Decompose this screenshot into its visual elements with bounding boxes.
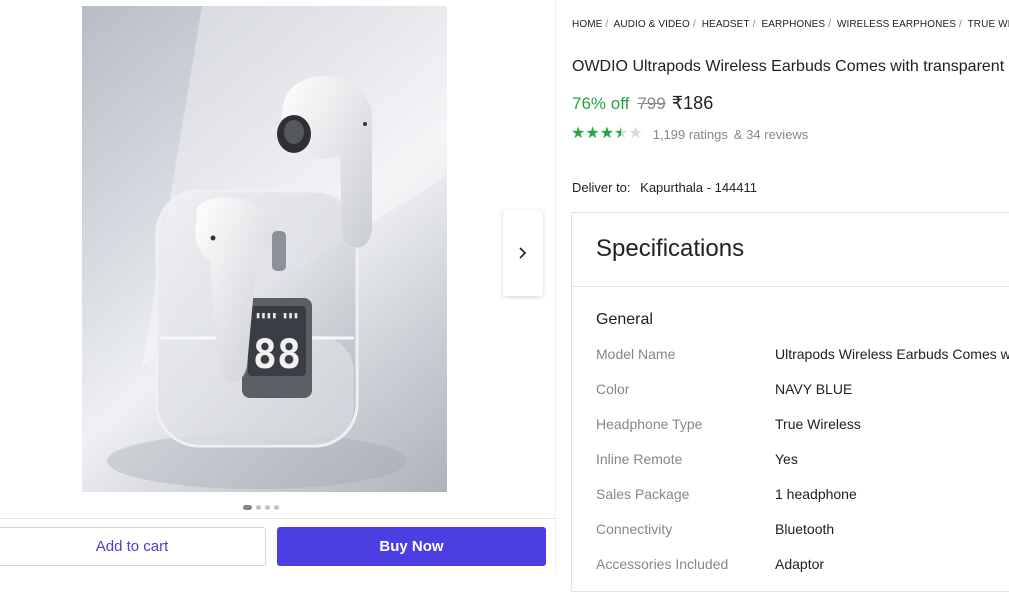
- breadcrumb-wireless-earphones[interactable]: WIRELESS EARPHONES: [837, 19, 956, 30]
- breadcrumb-home[interactable]: HOME: [572, 19, 602, 30]
- buy-now-button[interactable]: Buy Now: [277, 527, 546, 566]
- next-image-button[interactable]: [503, 210, 543, 296]
- breadcrumb-true-wireless[interactable]: TRUE WIRELESS: [968, 19, 1009, 30]
- selling-price: ₹186: [671, 93, 714, 113]
- original-price: 799: [637, 94, 666, 113]
- spec-key: Inline Remote: [596, 451, 683, 467]
- svg-text:▮▮▮▮ ▮▮▮: ▮▮▮▮ ▮▮▮: [255, 311, 298, 321]
- star-half-icon: ★: [614, 125, 629, 142]
- spec-value: Yes: [775, 451, 798, 467]
- product-title: OWDIO Ultrapods Wireless Earbuds Comes w…: [572, 58, 1005, 75]
- carousel-dots: [243, 504, 279, 510]
- spec-value: 1 headphone: [775, 486, 857, 502]
- discount-badge: 76% off: [572, 94, 630, 113]
- star-empty-icon: ★: [628, 125, 643, 142]
- spec-value: Adaptor: [775, 556, 825, 572]
- breadcrumb-headset[interactable]: HEADSET: [702, 19, 750, 30]
- star-full-icon: ★: [585, 125, 600, 142]
- delivery-location[interactable]: Deliver to: Kapurthala - 144411: [572, 180, 757, 195]
- spec-value: Ultrapods Wireless Earbuds Comes with: [775, 346, 1009, 362]
- spec-section-general: General: [596, 311, 653, 328]
- spec-value: True Wireless: [775, 416, 861, 432]
- product-image[interactable]: ▮▮▮▮ ▮▮▮ 88: [82, 6, 447, 492]
- star-full-icon: ★: [599, 125, 615, 142]
- deliver-label: Deliver to:: [572, 180, 631, 195]
- add-to-cart-button[interactable]: Add to cart: [0, 527, 266, 566]
- specifications-panel: Specifications General Model Name Ultrap…: [571, 212, 1009, 592]
- carousel-dot[interactable]: [274, 504, 279, 510]
- divider: [572, 286, 1009, 287]
- spec-key: Connectivity: [596, 521, 673, 537]
- spec-value: NAVY BLUE: [775, 381, 853, 397]
- spec-value: Bluetooth: [775, 521, 835, 537]
- breadcrumb-earphones[interactable]: EARPHONES: [761, 19, 825, 30]
- earbuds-photo: ▮▮▮▮ ▮▮▮ 88: [107, 6, 447, 489]
- spec-key: Color: [596, 381, 630, 397]
- deliver-location: Kapurthala - 144411: [640, 180, 758, 195]
- price-row: 76% off 799 ₹186: [572, 93, 713, 114]
- svg-text:88: 88: [253, 332, 301, 378]
- rating-row[interactable]: ★ ★ ★ ★ ★ 1,199 ratings & 34 reviews: [571, 126, 808, 142]
- carousel-dot[interactable]: [265, 504, 270, 510]
- column-divider: [555, 0, 556, 571]
- carousel-dot[interactable]: [256, 504, 261, 510]
- spec-key: Accessories Included: [596, 556, 729, 572]
- carousel-dot[interactable]: [243, 504, 252, 510]
- breadcrumb-audio-video[interactable]: AUDIO & VIDEO: [614, 19, 690, 30]
- star-rating: ★ ★ ★ ★ ★: [571, 126, 643, 142]
- action-bar: Add to cart Buy Now: [0, 518, 555, 572]
- chevron-right-icon: [519, 247, 527, 259]
- breadcrumb: HOME / AUDIO & VIDEO / HEADSET / EARPHONES /…: [572, 19, 1009, 30]
- star-full-icon: ★: [571, 125, 586, 142]
- spec-key: Headphone Type: [596, 416, 703, 432]
- ratings-count[interactable]: 1,199 ratings: [653, 127, 728, 142]
- specifications-title: Specifications: [596, 235, 745, 262]
- spec-key: Model Name: [596, 346, 676, 362]
- spec-key: Sales Package: [596, 486, 690, 502]
- reviews-count[interactable]: & 34 reviews: [734, 127, 808, 142]
